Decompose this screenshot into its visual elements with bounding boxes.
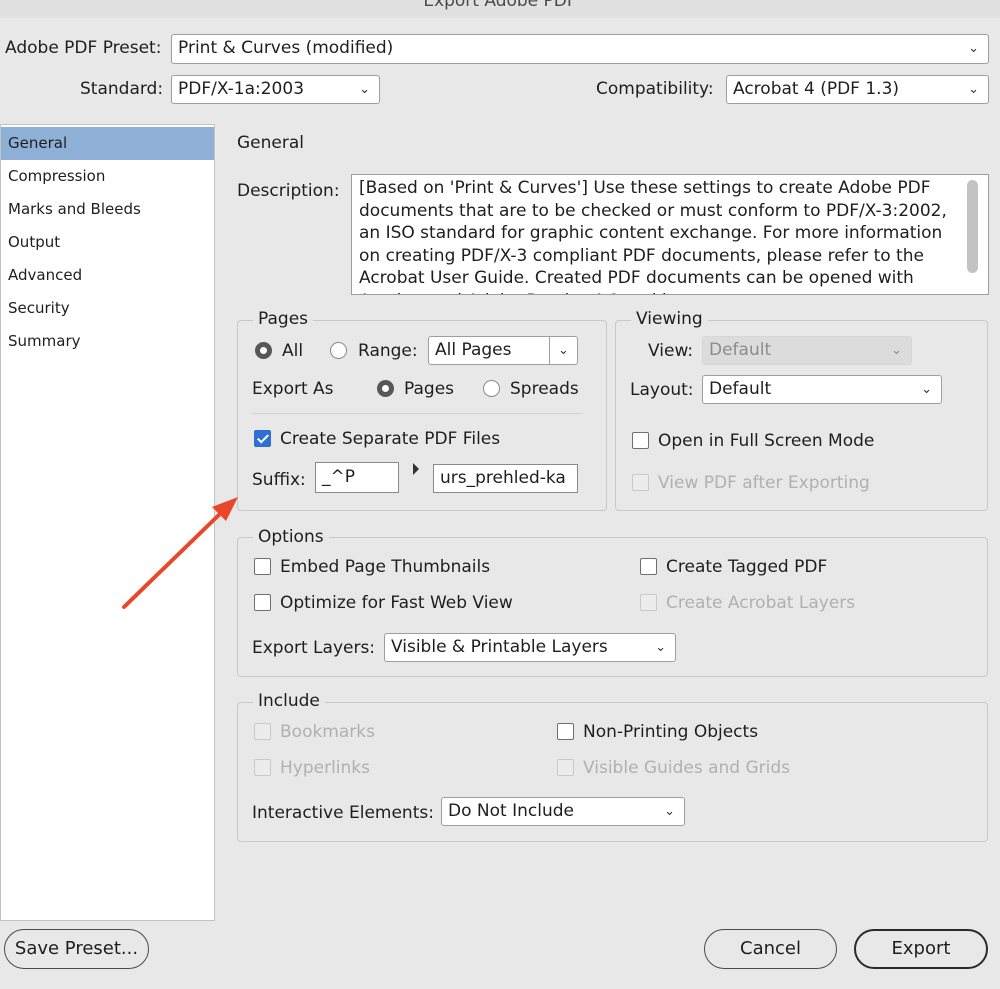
layout-label: Layout:	[630, 380, 694, 400]
chevron-down-icon: ⌄	[968, 82, 979, 97]
chevron-down-icon[interactable]: ⌄	[549, 337, 577, 364]
cancel-button[interactable]: Cancel	[704, 929, 837, 969]
hyperlinks-label: Hyperlinks	[280, 758, 371, 778]
description-scrollbar[interactable]	[967, 180, 978, 273]
options-group-title: Options	[253, 527, 329, 547]
all-pages-radio[interactable]	[255, 342, 272, 359]
export-layers-select[interactable]: Visible & Printable Layers ⌄	[384, 633, 676, 662]
bookmarks-label: Bookmarks	[280, 722, 375, 742]
all-pages-label: All	[282, 341, 304, 361]
export-pages-label: Pages	[404, 379, 455, 399]
bookmarks-checkbox[interactable]	[254, 723, 271, 740]
optimize-web-checkbox[interactable]	[254, 594, 271, 611]
view-select[interactable]: Default ⌄	[702, 336, 912, 365]
interactive-elements-value: Do Not Include	[448, 801, 574, 821]
acrobat-layers-checkbox[interactable]	[640, 594, 657, 611]
export-pages-radio[interactable]	[377, 380, 394, 397]
view-label: View:	[648, 341, 694, 361]
window-title: Export Adobe PDF	[423, 0, 577, 11]
suffix-label: Suffix:	[252, 470, 306, 490]
range-combo[interactable]: All Pages ⌄	[428, 336, 578, 365]
sidebar-item-compression[interactable]: Compression	[1, 160, 214, 193]
embed-thumbnails-checkbox[interactable]	[254, 558, 271, 575]
chevron-down-icon: ⌄	[968, 41, 979, 56]
viewing-group-title: Viewing	[631, 309, 708, 329]
chevron-down-icon: ⌄	[921, 382, 932, 397]
export-layers-value: Visible & Printable Layers	[391, 637, 608, 657]
layout-value: Default	[709, 379, 772, 399]
chevron-down-icon: ⌄	[359, 82, 370, 97]
standard-label: Standard:	[80, 79, 164, 99]
include-group-title: Include	[253, 691, 325, 711]
description-label: Description:	[237, 181, 340, 201]
create-separate-checkbox[interactable]	[254, 430, 271, 447]
standard-value: PDF/X-1a:2003	[178, 79, 305, 99]
full-screen-label: Open in Full Screen Mode	[658, 431, 875, 451]
create-separate-label: Create Separate PDF Files	[280, 429, 501, 449]
interactive-elements-select[interactable]: Do Not Include ⌄	[441, 797, 685, 826]
pages-divider	[252, 413, 583, 414]
sidebar-item-general[interactable]: General	[1, 127, 214, 160]
disclosure-arrow-icon[interactable]	[413, 463, 419, 475]
export-spreads-radio[interactable]	[483, 380, 500, 397]
sidebar-item-advanced[interactable]: Advanced	[1, 259, 214, 292]
sidebar-item-output[interactable]: Output	[1, 226, 214, 259]
guides-grids-checkbox[interactable]	[557, 759, 574, 776]
chevron-down-icon: ⌄	[655, 640, 666, 655]
view-after-export-label: View PDF after Exporting	[658, 473, 870, 493]
guides-grids-label: Visible Guides and Grids	[583, 758, 791, 778]
annotation-arrow	[122, 497, 238, 609]
full-screen-checkbox[interactable]	[632, 432, 649, 449]
view-after-export-checkbox[interactable]	[632, 474, 649, 491]
sidebar-item-marks-and-bleeds[interactable]: Marks and Bleeds	[1, 193, 214, 226]
acrobat-layers-label: Create Acrobat Layers	[666, 593, 856, 613]
non-printing-checkbox[interactable]	[557, 723, 574, 740]
pages-group-title: Pages	[253, 309, 314, 329]
view-value: Default	[709, 340, 772, 360]
chevron-down-icon: ⌄	[664, 804, 675, 819]
section-heading: General	[237, 133, 304, 153]
export-button[interactable]: Export	[854, 929, 988, 969]
sidebar-item-security[interactable]: Security	[1, 292, 214, 325]
suffix-preview-field: urs_prehled-ka	[433, 464, 578, 493]
hyperlinks-checkbox[interactable]	[254, 759, 271, 776]
sidebar-item-summary[interactable]: Summary	[1, 325, 214, 358]
export-spreads-label: Spreads	[510, 379, 579, 399]
compatibility-label: Compatibility:	[596, 79, 714, 99]
interactive-elements-label: Interactive Elements:	[252, 803, 434, 823]
embed-thumbnails-label: Embed Page Thumbnails	[280, 557, 491, 577]
optimize-web-label: Optimize for Fast Web View	[280, 593, 513, 613]
export-as-label: Export As	[252, 379, 334, 399]
range-value: All Pages	[435, 340, 512, 360]
compatibility-select[interactable]: Acrobat 4 (PDF 1.3) ⌄	[726, 75, 989, 104]
range-radio[interactable]	[330, 342, 347, 359]
preset-value: Print & Curves (modified)	[178, 38, 394, 58]
save-preset-button[interactable]: Save Preset...	[4, 929, 149, 969]
suffix-input[interactable]: _^P	[315, 462, 399, 493]
range-label: Range:	[358, 341, 418, 361]
standard-select[interactable]: PDF/X-1a:2003 ⌄	[171, 75, 380, 104]
compatibility-value: Acrobat 4 (PDF 1.3)	[733, 79, 900, 99]
preset-select[interactable]: Print & Curves (modified) ⌄	[171, 34, 989, 64]
chevron-down-icon: ⌄	[891, 343, 902, 358]
layout-select[interactable]: Default ⌄	[702, 375, 942, 404]
description-text[interactable]: [Based on 'Print & Curves'] Use these se…	[351, 174, 989, 295]
preset-label: Adobe PDF Preset:	[5, 38, 162, 58]
non-printing-label: Non-Printing Objects	[583, 722, 759, 742]
tagged-pdf-checkbox[interactable]	[640, 558, 657, 575]
export-layers-label: Export Layers:	[252, 638, 376, 658]
tagged-pdf-label: Create Tagged PDF	[666, 557, 828, 577]
